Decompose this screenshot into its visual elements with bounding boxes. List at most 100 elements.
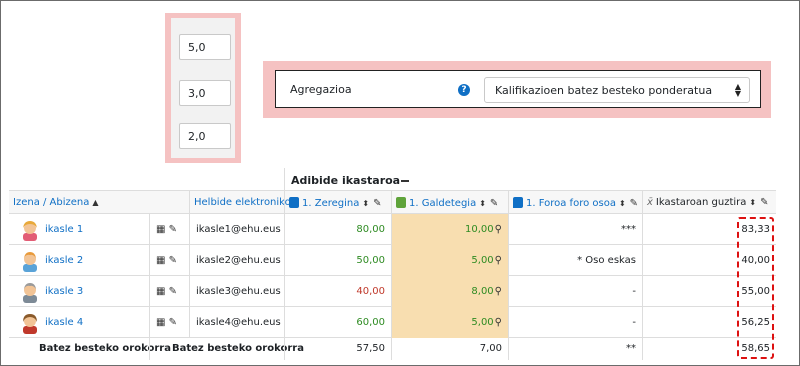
pencil-icon[interactable]: ✎ — [169, 286, 177, 297]
forum-icon — [513, 197, 523, 208]
table-row: ikasle 4 ▦ ✎ ikasle4@ehu.eus 60,00 5,00⚲… — [9, 307, 776, 338]
zoom-icon[interactable]: ⚲ — [495, 286, 502, 297]
aggregation-selected: Kalifikazioen batez besteko ponderatua — [495, 84, 713, 97]
aggregation-panel: Agregazioa ? Kalifikazioen batez besteko… — [275, 70, 761, 108]
row-actions: ▦ ✎ — [149, 307, 189, 338]
quiz-grade-value[interactable]: 10,00 — [465, 224, 494, 235]
email-cell: ikasle1@ehu.eus — [189, 214, 284, 245]
table-row: ikasle 3 ▦ ✎ ikasle3@ehu.eus 40,00 8,00⚲… — [9, 276, 776, 307]
screenshot-frame: 5,0 3,0 2,0 Agregazioa ? Kalifikazioen b… — [0, 0, 800, 366]
column-name[interactable]: Izena / Abizena ▲ — [9, 191, 189, 215]
column-total[interactable]: x̄ Ikastaroan guztira ⬍ ✎ — [642, 191, 776, 215]
student-name-cell: ikasle 1 — [9, 214, 149, 245]
zoom-icon[interactable]: ⚲ — [495, 317, 502, 328]
weight-input-1[interactable]: 5,0 — [179, 34, 231, 60]
avatar-icon — [23, 314, 37, 334]
quiz-grade[interactable]: 8,00⚲ — [391, 276, 508, 307]
collapse-icon[interactable] — [401, 180, 410, 182]
table-row: ikasle 2 ▦ ✎ ikasle2@ehu.eus 50,00 5,00⚲… — [9, 245, 776, 276]
aggregation-label: Agregazioa — [290, 83, 352, 96]
sort-icon[interactable]: ⬍ — [749, 198, 756, 207]
sort-icon[interactable]: ⬍ — [619, 199, 626, 208]
pencil-icon[interactable]: ✎ — [373, 198, 381, 209]
grid-icon[interactable]: ▦ — [156, 317, 165, 328]
column-assignment[interactable]: 1. Zeregina ⬍ ✎ — [284, 191, 391, 215]
quiz-icon — [396, 197, 406, 208]
weights-highlight: 5,0 3,0 2,0 — [165, 13, 241, 163]
sort-up-icon[interactable]: ▲ — [92, 198, 98, 207]
weight-input-2[interactable]: 3,0 — [179, 80, 231, 106]
sort-icon[interactable]: ⬍ — [479, 199, 486, 208]
pencil-icon[interactable]: ✎ — [169, 255, 177, 266]
pencil-icon[interactable]: ✎ — [169, 224, 177, 235]
student-name-cell: ikasle 4 — [9, 307, 149, 338]
forum-grade[interactable]: *** — [508, 214, 642, 245]
row-actions: ▦ ✎ — [149, 276, 189, 307]
column-email[interactable]: Helbide elektronikoa — [189, 191, 297, 215]
student-name-cell: ikasle 2 — [9, 245, 149, 276]
column-forum-label[interactable]: 1. Foroa foro osoa — [526, 198, 616, 209]
column-header-row: Izena / Abizena ▲ Helbide elektronikoa 1.… — [9, 190, 776, 215]
zoom-icon[interactable]: ⚲ — [495, 224, 502, 235]
student-name-link[interactable]: ikasle 1 — [45, 224, 83, 235]
course-title: Adibide ikastaroa — [291, 174, 401, 187]
quiz-grade-value[interactable]: 8,00 — [471, 286, 493, 297]
weights-panel: 5,0 3,0 2,0 — [171, 18, 235, 158]
forum-grade[interactable]: - — [508, 276, 642, 307]
question-circle-icon[interactable]: ? — [458, 84, 470, 96]
grid-icon[interactable]: ▦ — [156, 224, 165, 235]
aggregation-select[interactable]: Kalifikazioen batez besteko ponderatua ▲… — [484, 77, 750, 103]
average-row: Batez besteko orokorra Batez besteko oro… — [9, 338, 776, 360]
quiz-grade[interactable]: 5,00⚲ — [391, 307, 508, 338]
pencil-icon[interactable]: ✎ — [490, 198, 498, 209]
total-highlight-box — [737, 217, 774, 359]
email-cell: ikasle2@ehu.eus — [189, 245, 284, 276]
student-name-link[interactable]: ikasle 3 — [45, 286, 83, 297]
assignment-icon — [289, 197, 299, 208]
row-actions: ▦ ✎ — [149, 214, 189, 245]
assignment-grade[interactable]: 40,00 — [284, 276, 391, 307]
pencil-icon[interactable]: ✎ — [169, 317, 177, 328]
sigma-x-icon: x̄ — [647, 197, 653, 208]
quiz-grade-value[interactable]: 5,00 — [471, 317, 493, 328]
column-total-label: Ikastaroan guztira — [655, 197, 747, 208]
row-actions: ▦ ✎ — [149, 245, 189, 276]
average-forum: ** — [508, 338, 642, 360]
email-cell: ikasle4@ehu.eus — [189, 307, 284, 338]
zoom-icon[interactable]: ⚲ — [495, 255, 502, 266]
student-name-link[interactable]: ikasle 4 — [45, 317, 83, 328]
assignment-grade[interactable]: 50,00 — [284, 245, 391, 276]
grid-icon[interactable]: ▦ — [156, 286, 165, 297]
sort-icon[interactable]: ⬍ — [362, 199, 369, 208]
pencil-icon[interactable]: ✎ — [630, 198, 638, 209]
student-name-cell: ikasle 3 — [9, 276, 149, 307]
average-label-2: Batez besteko orokorra — [149, 338, 304, 360]
column-quiz-label[interactable]: 1. Galdetegia — [409, 198, 476, 209]
column-quiz[interactable]: 1. Galdetegia ⬍ ✎ — [391, 191, 508, 215]
avatar-icon — [23, 252, 37, 272]
quiz-grade-value[interactable]: 5,00 — [471, 255, 493, 266]
column-forum[interactable]: 1. Foroa foro osoa ⬍ ✎ — [508, 191, 642, 215]
column-email-label[interactable]: Helbide elektronikoa — [194, 197, 297, 208]
course-header: Adibide ikastaroa — [284, 168, 776, 190]
aggregation-highlight: Agregazioa ? Kalifikazioen batez besteko… — [263, 61, 771, 118]
forum-grade[interactable]: * Oso eskas — [508, 245, 642, 276]
forum-grade[interactable]: - — [508, 307, 642, 338]
student-name-link[interactable]: ikasle 2 — [45, 255, 83, 266]
pencil-icon[interactable]: ✎ — [760, 197, 768, 208]
average-quiz: 7,00 — [391, 338, 508, 360]
avatar-icon — [23, 283, 37, 303]
column-assignment-label[interactable]: 1. Zeregina — [302, 198, 359, 209]
average-assignment: 57,50 — [284, 338, 391, 360]
table-row: ikasle 1 ▦ ✎ ikasle1@ehu.eus 80,00 10,00… — [9, 214, 776, 245]
quiz-grade[interactable]: 5,00⚲ — [391, 245, 508, 276]
column-name-label[interactable]: Izena / Abizena — [13, 197, 89, 208]
avatar-icon — [23, 221, 37, 241]
assignment-grade[interactable]: 80,00 — [284, 214, 391, 245]
weight-input-3[interactable]: 2,0 — [179, 123, 231, 149]
select-arrows-icon: ▲ ▼ — [734, 82, 741, 98]
quiz-grade[interactable]: 10,00⚲ — [391, 214, 508, 245]
assignment-grade[interactable]: 60,00 — [284, 307, 391, 338]
grid-icon[interactable]: ▦ — [156, 255, 165, 266]
average-label-1: Batez besteko orokorra — [39, 343, 171, 354]
